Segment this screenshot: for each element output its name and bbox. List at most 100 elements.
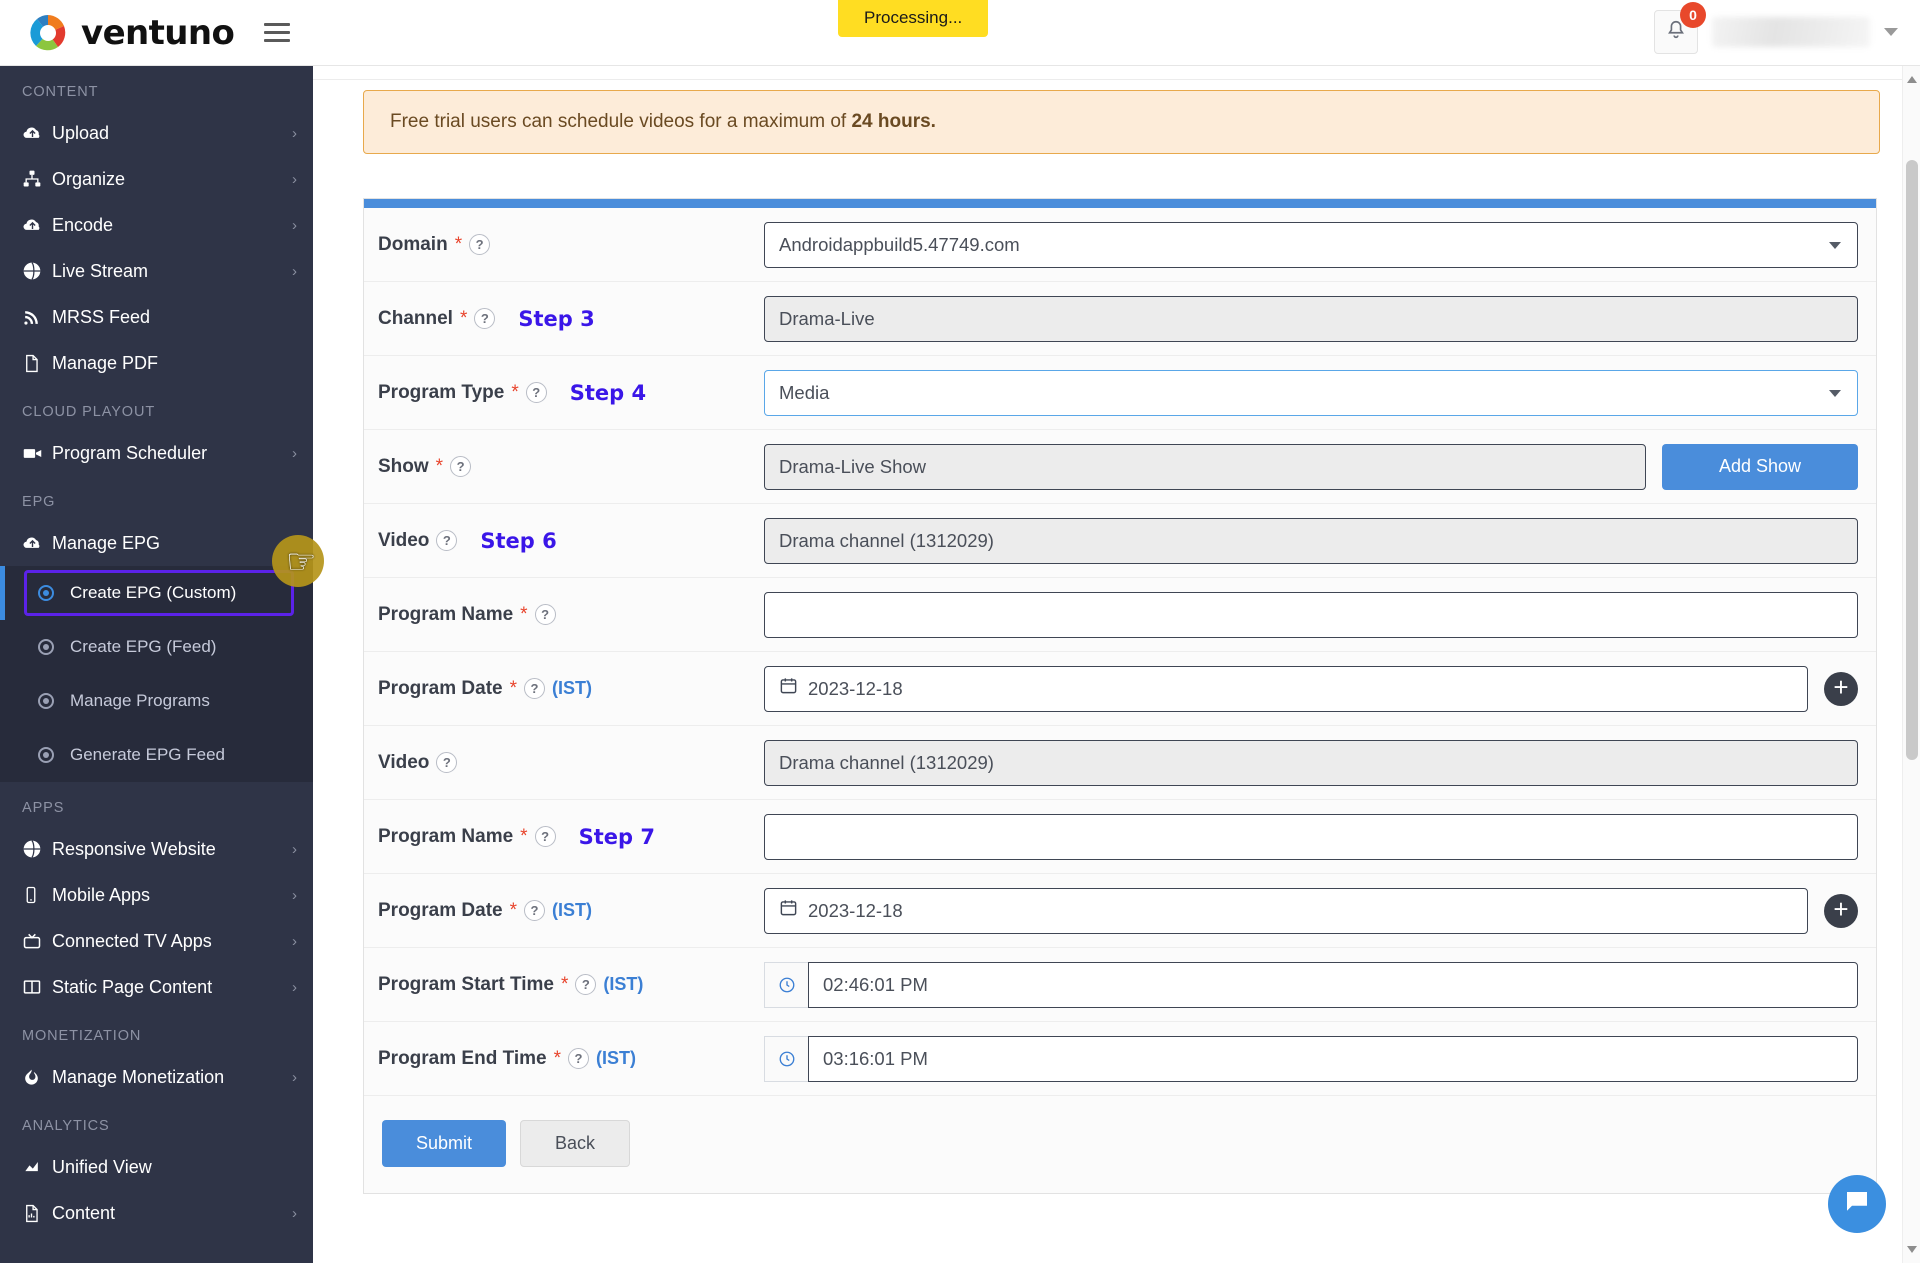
sidebar-item-create-epg-feed[interactable]: Create EPG (Feed): [0, 620, 313, 674]
notifications-button[interactable]: 0: [1654, 2, 1706, 54]
back-button[interactable]: Back: [520, 1120, 631, 1167]
add-program-row-button-1[interactable]: +: [1824, 671, 1858, 706]
sidebar-label: Program Scheduler: [52, 442, 208, 463]
page-scrollbar-thumb[interactable]: [1906, 160, 1918, 760]
sidebar-item-responsive-website[interactable]: Responsive Website ›: [0, 826, 313, 872]
sidebar-item-program-scheduler[interactable]: Program Scheduler ›: [0, 430, 313, 476]
sidebar-item-upload[interactable]: Upload ›: [0, 110, 313, 156]
columns-icon: [22, 977, 52, 997]
end-time-field[interactable]: 03:16:01 PM: [764, 1035, 1858, 1082]
program-date-input-1[interactable]: 2023-12-18: [764, 665, 1808, 712]
video-input-1[interactable]: Drama channel (1312029): [764, 517, 1858, 564]
sidebar-label: Create EPG (Feed): [70, 637, 217, 656]
sidebar-item-create-epg-custom[interactable]: Create EPG (Custom): [0, 566, 313, 620]
help-icon[interactable]: ?: [474, 308, 496, 329]
help-icon[interactable]: ?: [524, 678, 546, 699]
help-icon[interactable]: ?: [525, 382, 547, 403]
scroll-up-arrow-icon[interactable]: [1907, 76, 1917, 83]
step-annotation-4: Step 4: [569, 380, 647, 405]
sidebar-item-generate-epg-feed[interactable]: Generate EPG Feed: [0, 728, 313, 782]
form-row-program-date-2: Program Date * ? (IST) 2023-12-18 +: [364, 874, 1876, 948]
label-text: Show: [378, 455, 429, 477]
chevron-right-icon: ›: [292, 216, 297, 234]
submit-button[interactable]: Submit: [382, 1120, 507, 1167]
sidebar-item-unified-view[interactable]: Unified View: [0, 1144, 313, 1190]
required-asterisk: *: [511, 381, 519, 403]
start-time-value: 02:46:01 PM: [808, 961, 1858, 1008]
hamburger-icon[interactable]: [264, 23, 291, 42]
chevron-right-icon: ›: [292, 262, 297, 280]
sidebar-item-encode[interactable]: Encode ›: [0, 202, 313, 248]
section-title-epg: EPG: [22, 494, 56, 510]
label-text: Video: [378, 529, 430, 551]
label-program-name-2: Program Name * ? Step 7: [364, 825, 764, 849]
chevron-down-icon[interactable]: [1884, 28, 1898, 36]
sidebar-item-manage-pdf[interactable]: Manage PDF: [0, 340, 313, 386]
sidebar-item-manage-monetization[interactable]: Manage Monetization ›: [0, 1054, 313, 1100]
cloud-upload-icon: [22, 215, 52, 236]
sidebar-item-manage-programs[interactable]: Manage Programs: [0, 674, 313, 728]
start-time-field[interactable]: 02:46:01 PM: [764, 961, 1858, 1008]
control-video-2: Drama channel (1312029): [764, 739, 1876, 786]
help-icon[interactable]: ?: [469, 234, 491, 255]
required-asterisk: *: [520, 825, 528, 847]
label-program-name-1: Program Name * ?: [364, 604, 764, 626]
help-icon[interactable]: ?: [534, 826, 556, 847]
sidebar-item-manage-epg[interactable]: Manage EPG: [0, 520, 313, 566]
timezone-label: (IST): [552, 678, 593, 698]
help-icon[interactable]: ?: [524, 900, 546, 921]
section-title-apps: APPS: [22, 800, 65, 816]
program-name-input-2[interactable]: [764, 813, 1858, 860]
control-domain: Androidappbuild5.47749.com: [764, 221, 1876, 268]
label-domain: Domain * ?: [364, 234, 764, 256]
sidebar-item-organize[interactable]: Organize ›: [0, 156, 313, 202]
ventuno-logo-icon: [28, 13, 68, 53]
show-input[interactable]: Drama-Live Show: [764, 443, 1646, 490]
add-show-button[interactable]: Add Show: [1662, 443, 1858, 490]
sidebar-item-mobile-apps[interactable]: Mobile Apps ›: [0, 872, 313, 918]
page-scrollbar[interactable]: [1902, 66, 1920, 1263]
area-chart-icon: [22, 1157, 52, 1177]
program-type-select[interactable]: Media: [764, 369, 1858, 416]
help-icon[interactable]: ?: [450, 456, 472, 477]
chat-widget-button[interactable]: [1828, 1175, 1886, 1233]
sidebar-label: Content: [52, 1202, 116, 1223]
sidebar-item-connected-tv-apps[interactable]: Connected TV Apps ›: [0, 918, 313, 964]
form-row-video-2: Video ? Drama channel (1312029): [364, 726, 1876, 800]
help-icon[interactable]: ?: [568, 1048, 589, 1069]
required-asterisk: *: [454, 233, 463, 255]
domain-select[interactable]: Androidappbuild5.47749.com: [764, 221, 1858, 268]
sidebar-item-content[interactable]: Content ›: [0, 1190, 313, 1236]
timezone-label: (IST): [552, 900, 593, 920]
form-actions: Submit Back: [364, 1096, 1876, 1193]
form-row-video-1: Video ? Step 6 Drama channel (1312029): [364, 504, 1876, 578]
video-input-2[interactable]: Drama channel (1312029): [764, 739, 1858, 786]
sidebar-item-static-page-content[interactable]: Static Page Content ›: [0, 964, 313, 1010]
channel-input[interactable]: Drama-Live: [764, 295, 1858, 342]
help-icon[interactable]: ?: [436, 752, 458, 773]
label-text: Program Name: [378, 603, 514, 625]
section-title-content: CONTENT: [22, 84, 99, 100]
help-icon[interactable]: ?: [436, 530, 458, 551]
scroll-down-arrow-icon[interactable]: [1907, 1246, 1917, 1253]
chevron-right-icon: ›: [292, 1068, 297, 1086]
help-icon[interactable]: ?: [575, 974, 597, 995]
processing-status-badge[interactable]: Processing...: [838, 0, 989, 37]
form-row-program-name-2: Program Name * ? Step 7: [364, 800, 1876, 874]
sidebar-label: Encode: [52, 214, 114, 235]
brand-logo[interactable]: ventuno: [28, 13, 235, 53]
clock-icon: [764, 961, 808, 1008]
program-date-input-2[interactable]: 2023-12-18: [764, 887, 1808, 934]
control-program-name-2: [764, 813, 1876, 860]
add-program-row-button-2[interactable]: +: [1824, 893, 1858, 928]
page-root: ventuno Processing... 0 CONTENT Upload ›…: [0, 0, 1920, 1263]
sidebar-label: Create EPG (Custom): [70, 583, 237, 602]
sidebar-item-live-stream[interactable]: Live Stream ›: [0, 248, 313, 294]
sidebar-item-mrss-feed[interactable]: MRSS Feed: [0, 294, 313, 340]
program-name-input-1[interactable]: [764, 591, 1858, 638]
required-asterisk: *: [435, 455, 444, 477]
help-icon[interactable]: ?: [534, 604, 556, 625]
epg-form-card: Domain * ? Androidappbuild5.47749.com Ch…: [363, 198, 1877, 1194]
required-asterisk: *: [553, 1047, 561, 1069]
user-name-blurred[interactable]: [1712, 17, 1870, 47]
